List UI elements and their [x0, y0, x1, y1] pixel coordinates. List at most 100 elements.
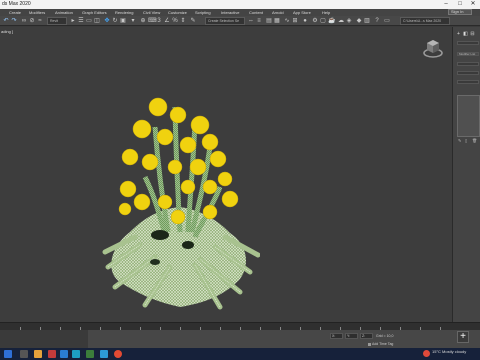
maximize-button[interactable]: □ [454, 0, 466, 9]
search-icon[interactable] [20, 350, 28, 358]
unlink-icon[interactable]: ⊘ [29, 18, 35, 24]
modifier-stack[interactable] [457, 95, 480, 137]
maxscript-listener[interactable] [0, 330, 88, 348]
render-setup-icon[interactable]: ⚙ [312, 18, 318, 24]
command-panel: + ◧ ⊟ Modifier List ✎ ▯ 🗑 [452, 27, 480, 322]
title-bar: ds Max 2020 – □ ✕ [0, 0, 480, 9]
windows-taskbar: 15°C Mostly cloudy [0, 348, 480, 360]
menu-arnold[interactable]: Arnold [272, 9, 284, 16]
render-production-icon[interactable]: ☕ [328, 18, 335, 24]
link-icon[interactable]: ∞ [21, 18, 27, 24]
keyboard-shortcut-icon[interactable]: ⌨ [148, 18, 157, 24]
menu-modifiers[interactable]: Modifiers [29, 9, 45, 16]
pivot-icon[interactable]: ⊕ [140, 18, 146, 24]
material-editor-icon[interactable]: ● [302, 18, 308, 24]
rectangular-selection-icon[interactable]: ▭ [86, 18, 92, 24]
hierarchy-tab-icon[interactable]: ⊟ [470, 31, 475, 37]
named-selection-dropdown[interactable]: Create Selection Se [205, 17, 245, 25]
file-explorer-icon[interactable] [34, 350, 42, 358]
remove-modifier-icon[interactable]: 🗑 [472, 139, 477, 143]
weather-icon[interactable] [423, 350, 430, 357]
pin-stack-icon[interactable]: ✎ [458, 139, 462, 143]
menu-interactive[interactable]: Interactive [221, 9, 239, 16]
chrome-icon[interactable] [114, 350, 122, 358]
edit-named-selection-icon[interactable]: ✎ [190, 18, 196, 24]
menu-bar: Create Modifiers Animation Graph Editors… [0, 9, 480, 16]
y-coordinate-field[interactable]: Y: [345, 333, 358, 339]
menu-civil-view[interactable]: Civil View [143, 9, 160, 16]
selection-filter-dropdown[interactable]: Revit [47, 17, 67, 25]
align-icon[interactable]: ≡ [256, 18, 262, 24]
help-icon[interactable]: ? [374, 18, 380, 24]
close-button[interactable]: ✕ [467, 0, 479, 9]
redo-icon[interactable]: ↷ [11, 18, 17, 24]
bind-space-warp-icon[interactable]: ≈ [37, 18, 43, 24]
main-toolbar: ↶ ↷ ∞ ⊘ ≈ Revit ▸ ☰ ▭ ◫ ✥ ↻ ▣ ▾ ⊕ ⌨ 3 ∠ … [0, 16, 480, 26]
window-title: ds Max 2020 [2, 1, 31, 7]
app-icon-4[interactable] [86, 350, 94, 358]
undo-icon[interactable]: ↶ [3, 18, 9, 24]
modify-tab-icon[interactable]: ◧ [463, 31, 468, 37]
modifier-list-dropdown[interactable]: Modifier List [457, 52, 479, 56]
spinner-snap-icon[interactable]: ⇕ [180, 18, 186, 24]
menu-customize[interactable]: Customize [168, 9, 187, 16]
angle-snap-icon[interactable]: ∠ [164, 18, 170, 24]
modifier-row-1[interactable] [457, 62, 479, 66]
percent-snap-icon[interactable]: % [172, 18, 178, 24]
weather-label[interactable]: 15°C Mostly cloudy [432, 350, 466, 354]
minimize-button[interactable]: – [440, 0, 452, 9]
graphite-ribbon-icon[interactable]: ▦ [274, 18, 280, 24]
app-icon-2[interactable] [60, 350, 68, 358]
mirror-icon[interactable]: ⇔ [248, 18, 254, 24]
grid-size-label: Grid = 10,0 [376, 334, 394, 338]
zoom-icon[interactable]: + [457, 331, 469, 343]
app-icon-3[interactable] [72, 350, 80, 358]
app-icon-5[interactable] [100, 350, 108, 358]
app-icon-1[interactable] [48, 350, 56, 358]
timeline[interactable] [0, 322, 480, 330]
show-end-result-icon[interactable]: ▯ [465, 139, 469, 143]
modifier-row-2[interactable] [457, 71, 479, 75]
layer-explorer-icon[interactable]: ▤ [266, 18, 272, 24]
arnold-icon[interactable]: ◆ [356, 18, 362, 24]
time-tag-icon [368, 342, 371, 346]
rendered-frame-window-icon[interactable]: ▢ [320, 18, 326, 24]
menu-animation[interactable]: Animation [55, 9, 73, 16]
window-crossing-icon[interactable]: ◫ [94, 18, 100, 24]
x-coordinate-field[interactable]: X: [330, 333, 343, 339]
sign-in-button[interactable]: Sign In [448, 9, 472, 15]
z-coordinate-field[interactable]: Z: [360, 333, 373, 339]
perspective-viewport[interactable]: ading ] [0, 27, 452, 322]
status-bar: X: Y: Z: Grid = 10,0 Add Time Tag + [0, 330, 480, 348]
add-time-tag-label: Add Time Tag [372, 342, 394, 346]
menu-rendering[interactable]: Rendering [115, 9, 133, 16]
create-tab-icon[interactable]: + [456, 31, 461, 37]
a360-gallery-icon[interactable]: ◈ [346, 18, 352, 24]
menu-help[interactable]: Help [322, 9, 330, 16]
object-name-field[interactable] [457, 41, 479, 45]
viewport-label[interactable]: ading ] [1, 29, 13, 34]
menu-app-store[interactable]: App Store [293, 9, 311, 16]
viewcube-icon[interactable] [422, 36, 444, 60]
snaps-toggle-icon[interactable]: 3 [156, 18, 162, 24]
select-object-icon[interactable]: ▸ [70, 18, 76, 24]
modifier-row-3[interactable] [457, 80, 479, 84]
curve-editor-icon[interactable]: ∿ [284, 18, 290, 24]
project-folder-dropdown[interactable]: C:\Users\U...s Max 2020 [400, 17, 450, 25]
select-by-name-icon[interactable]: ☰ [78, 18, 84, 24]
scale-icon[interactable]: ▣ [120, 18, 126, 24]
menu-content[interactable]: Content [249, 9, 263, 16]
rotate-icon[interactable]: ↻ [112, 18, 118, 24]
render-layers-icon[interactable]: ▥ [364, 18, 370, 24]
windows-start-icon[interactable] [4, 350, 12, 358]
add-time-tag[interactable]: Add Time Tag [368, 342, 393, 346]
menu-scripting[interactable]: Scripting [195, 9, 211, 16]
folder-icon[interactable]: ▭ [384, 18, 390, 24]
menu-graph-editors[interactable]: Graph Editors [82, 9, 107, 16]
flower-plant-model[interactable] [100, 67, 260, 312]
move-icon[interactable]: ✥ [104, 18, 110, 24]
render-in-cloud-icon[interactable]: ☁ [338, 18, 344, 24]
reference-coordinate-icon[interactable]: ▾ [130, 18, 136, 24]
schematic-view-icon[interactable]: ⊞ [292, 18, 298, 24]
menu-create[interactable]: Create [9, 9, 21, 16]
